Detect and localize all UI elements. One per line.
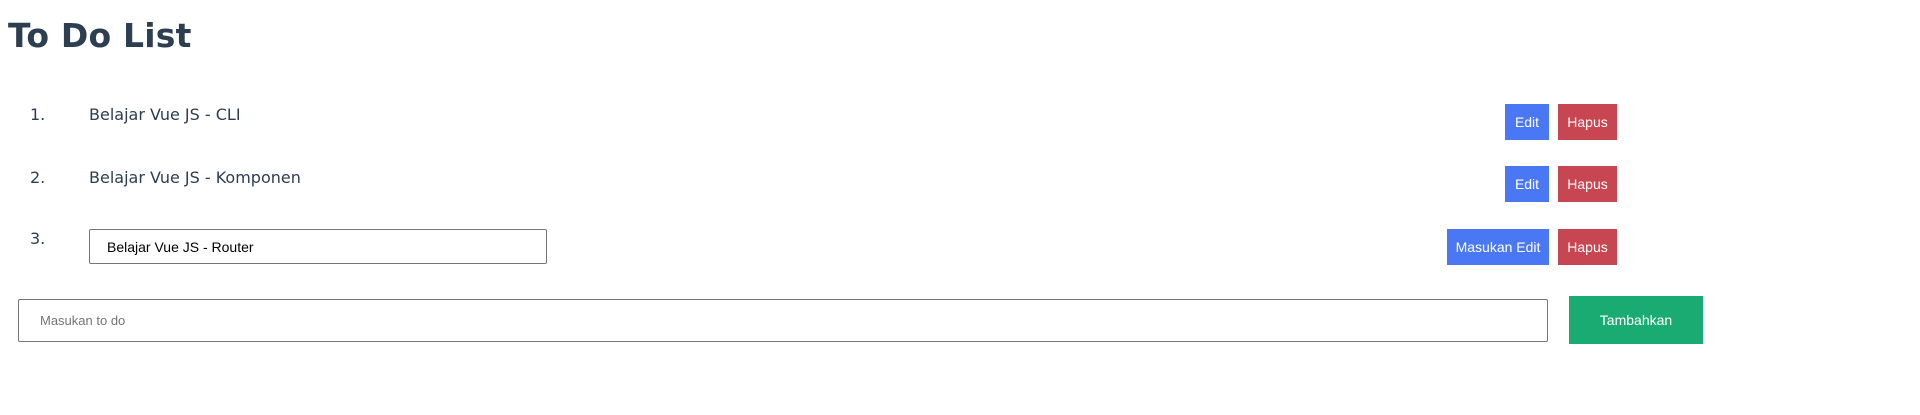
add-button[interactable]: Tambahkan xyxy=(1569,296,1703,344)
todo-text: Belajar Vue JS - Komponen xyxy=(89,168,301,187)
add-todo-input[interactable] xyxy=(18,299,1548,342)
delete-button[interactable]: Hapus xyxy=(1558,104,1617,140)
todo-item: 1. Belajar Vue JS - CLI Edit Hapus xyxy=(0,104,1920,155)
edit-button[interactable]: Edit xyxy=(1505,104,1549,140)
todo-text: Belajar Vue JS - CLI xyxy=(89,105,241,124)
edit-button[interactable]: Edit xyxy=(1505,166,1549,202)
delete-button[interactable]: Hapus xyxy=(1558,166,1617,202)
submit-edit-button[interactable]: Masukan Edit xyxy=(1447,229,1549,265)
todo-item-editing: 3. Masukan Edit Hapus xyxy=(0,229,1920,279)
todo-number: 3. xyxy=(30,229,46,248)
page-title: To Do List xyxy=(8,16,192,55)
todo-number: 1. xyxy=(30,105,46,124)
todo-number: 2. xyxy=(30,168,46,187)
todo-edit-input[interactable] xyxy=(89,229,547,264)
todo-item: 2. Belajar Vue JS - Komponen Edit Hapus xyxy=(0,166,1920,218)
delete-button[interactable]: Hapus xyxy=(1558,229,1617,265)
